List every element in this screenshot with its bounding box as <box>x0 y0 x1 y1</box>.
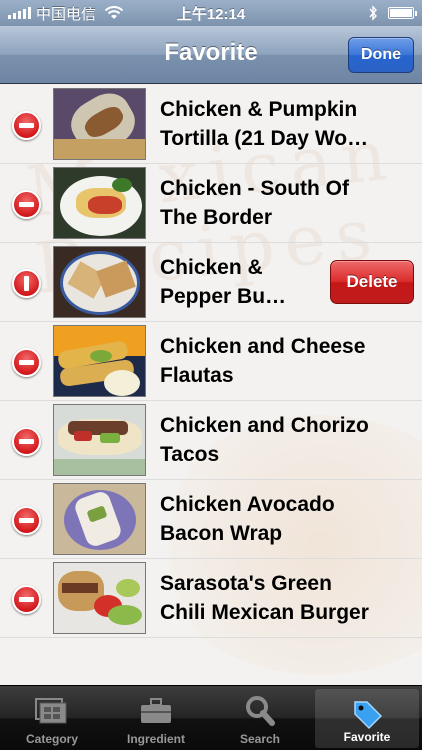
wifi-icon <box>104 6 124 19</box>
list-item[interactable]: Chicken & Pepper Bu… Delete <box>0 243 422 322</box>
navigation-bar: Favorite Done <box>0 26 422 84</box>
recipe-title: Sarasota's Green Chili Mexican Burger <box>160 572 369 624</box>
recipe-title: Chicken - South Of The Border <box>160 177 349 229</box>
bluetooth-icon <box>369 5 377 21</box>
tab-bar: Category Ingredient Search Favorite <box>0 685 422 750</box>
delete-control-button[interactable] <box>12 506 41 535</box>
category-icon <box>35 698 67 724</box>
list-item[interactable]: Sarasota's Green Chili Mexican Burger <box>0 559 422 638</box>
list-item[interactable]: Chicken and Cheese Flautas <box>0 322 422 401</box>
tab-label: Search <box>239 732 281 746</box>
minus-icon <box>19 518 34 523</box>
delete-control-button[interactable] <box>12 190 41 219</box>
list-item[interactable]: Chicken and Chorizo Tacos <box>0 401 422 480</box>
tab-label: Ingredient <box>126 732 185 746</box>
status-bar: 中国电信 上午12:14 <box>0 0 422 26</box>
recipe-thumbnail <box>53 325 146 397</box>
signal-strength-icon <box>8 7 31 19</box>
minus-icon <box>19 123 34 128</box>
list-item[interactable]: Chicken - South Of The Border <box>0 164 422 243</box>
delete-button[interactable]: Delete <box>330 260 414 304</box>
recipe-title: Chicken and Cheese Flautas <box>160 335 366 387</box>
search-icon <box>246 696 275 726</box>
recipe-title: Chicken & Pepper Bu… <box>160 256 287 308</box>
delete-control-button[interactable] <box>12 269 41 298</box>
tab-search[interactable]: Search <box>208 686 312 750</box>
recipe-thumbnail <box>53 562 146 634</box>
battery-icon <box>388 7 417 19</box>
recipe-thumbnail <box>53 167 146 239</box>
done-button[interactable]: Done <box>348 37 414 73</box>
tab-favorite[interactable]: Favorite <box>315 689 419 748</box>
briefcase-icon <box>141 698 171 723</box>
recipe-title: Chicken Avocado Bacon Wrap <box>160 493 335 545</box>
tab-category[interactable]: Category <box>0 686 104 750</box>
delete-control-button[interactable] <box>12 348 41 377</box>
list-item[interactable]: Chicken Avocado Bacon Wrap <box>0 480 422 559</box>
minus-icon <box>19 597 34 602</box>
recipe-title: Chicken & Pumpkin Tortilla (21 Day Wo… <box>160 98 369 150</box>
minus-icon <box>24 276 29 291</box>
minus-icon <box>19 360 34 365</box>
delete-control-button[interactable] <box>12 427 41 456</box>
tab-label: Category <box>25 732 78 746</box>
tag-icon <box>354 701 383 730</box>
recipe-thumbnail <box>53 246 146 318</box>
favorite-recipe-list[interactable]: Mexican Recipes Chicken & Pumpkin Tortill… <box>0 85 422 685</box>
recipe-title: Chicken and Chorizo Tacos <box>160 414 369 466</box>
tab-ingredient[interactable]: Ingredient <box>104 686 208 750</box>
minus-icon <box>19 439 34 444</box>
recipe-thumbnail <box>53 404 146 476</box>
delete-control-button[interactable] <box>12 585 41 614</box>
delete-control-button[interactable] <box>12 111 41 140</box>
minus-icon <box>19 202 34 207</box>
tab-label: Favorite <box>343 730 391 744</box>
carrier-name: 中国电信 <box>36 5 97 23</box>
list-item[interactable]: Chicken & Pumpkin Tortilla (21 Day Wo… <box>0 85 422 164</box>
recipe-thumbnail <box>53 483 146 555</box>
recipe-thumbnail <box>53 88 146 160</box>
